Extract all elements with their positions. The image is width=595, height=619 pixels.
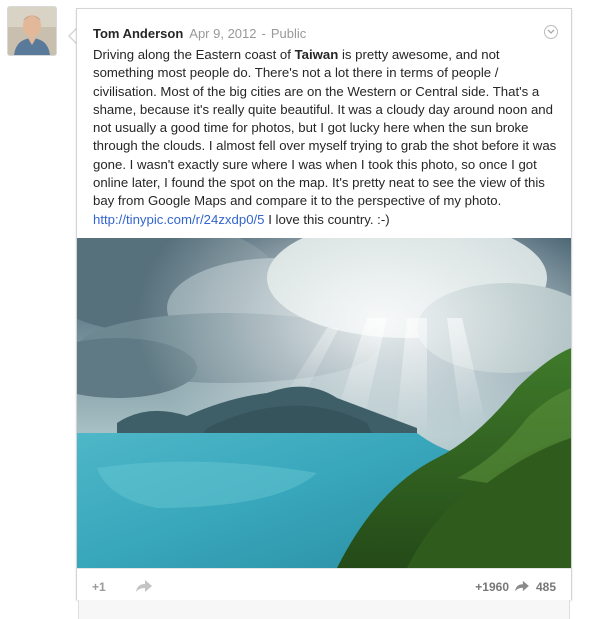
post-link[interactable]: http://tinypic.com/r/24zxdp0/5: [93, 212, 265, 227]
landscape-photo: [77, 238, 571, 568]
post-body: Driving along the Eastern coast of Taiwa…: [93, 46, 563, 229]
author-name[interactable]: Tom Anderson: [93, 26, 183, 41]
post-text-part2: is pretty awesome, and not something mos…: [93, 47, 557, 209]
post-card: Tom Anderson Apr 9, 2012- Public Driving a…: [76, 8, 572, 600]
reshare-count-icon: [515, 580, 529, 592]
post-date[interactable]: Apr 9, 2012: [189, 26, 256, 41]
post-text-part1: Driving along the Eastern coast of: [93, 47, 295, 62]
menu-chevron-icon: [547, 29, 555, 34]
comments-area: [78, 600, 570, 619]
post-text-bold: Taiwan: [294, 47, 339, 62]
share-count[interactable]: 485: [536, 580, 556, 594]
post-footer: +1 +1960 485: [77, 568, 571, 600]
meta-separator: -: [261, 26, 266, 41]
avatar-photo: [8, 7, 56, 55]
post-visibility[interactable]: Public: [271, 26, 306, 41]
share-arrow-icon[interactable]: [135, 579, 153, 593]
avatar[interactable]: [8, 7, 56, 55]
plus-count[interactable]: +1960: [475, 580, 509, 594]
post-header: Tom Anderson Apr 9, 2012- Public: [93, 26, 306, 41]
post-text-part3: I love this country. :-): [264, 211, 390, 227]
post-menu-button[interactable]: [544, 25, 558, 39]
post-photo[interactable]: [77, 238, 571, 568]
plusone-button[interactable]: +1: [92, 580, 106, 594]
